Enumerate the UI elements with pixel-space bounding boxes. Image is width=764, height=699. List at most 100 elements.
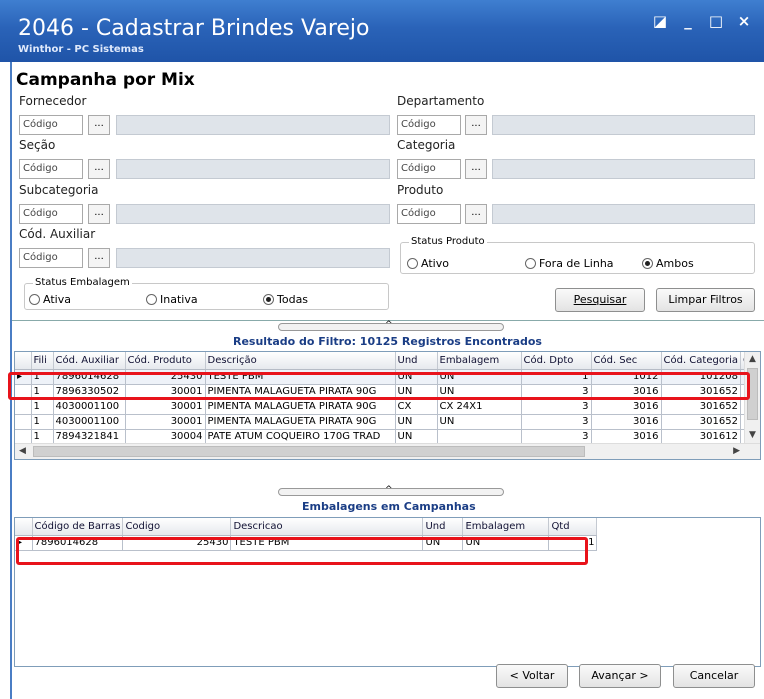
- scroll-left-icon[interactable]: ◀: [19, 446, 26, 456]
- table-cell: 3: [521, 414, 592, 430]
- fornecedor-label: Fornecedor: [19, 94, 87, 108]
- col-header[interactable]: Und: [422, 518, 464, 536]
- status-produto-fora-de-linha[interactable]: Fora de Linha: [525, 257, 614, 270]
- radio-icon: [525, 258, 536, 269]
- col-header[interactable]: Cód. Dpto: [521, 352, 592, 370]
- secao-browse-button[interactable]: ...: [88, 159, 110, 179]
- scroll-thumb[interactable]: [747, 368, 758, 420]
- splitter-handle[interactable]: [278, 320, 504, 331]
- table-cell: 1: [548, 535, 598, 551]
- avancar-button[interactable]: Avançar >: [579, 664, 661, 688]
- restore-icon[interactable]: ◪: [652, 12, 668, 30]
- categoria-code-input[interactable]: Código: [397, 159, 461, 179]
- subcategoria-code-input[interactable]: Código: [19, 204, 83, 224]
- status-embalagem-group: Status Embalagem Ativa Inativa Todas: [24, 277, 389, 310]
- scroll-down-icon[interactable]: ▼: [749, 430, 756, 440]
- produto-code-input[interactable]: Código: [397, 204, 461, 224]
- table-cell: PIMENTA MALAGUETA PIRATA 90G: [205, 414, 396, 430]
- status-embalagem-todas[interactable]: Todas: [263, 293, 308, 306]
- table-cell: 101208: [661, 369, 741, 385]
- campaign-grid-header: Código de Barras Codigo Descricao Und Em…: [15, 518, 598, 536]
- col-header[interactable]: Fili: [31, 352, 54, 370]
- departamento-code-input[interactable]: Código: [397, 115, 461, 135]
- col-header[interactable]: Descricao: [230, 518, 424, 536]
- status-embalagem-inativa[interactable]: Inativa: [146, 293, 198, 306]
- table-row[interactable]: 1 7894321841 30004 PATE ATUM COQUEIRO 17…: [15, 429, 755, 445]
- table-cell: 7896330502: [53, 384, 126, 400]
- scroll-thumb[interactable]: [33, 446, 585, 457]
- voltar-button[interactable]: < Voltar: [496, 664, 568, 688]
- table-cell: PIMENTA MALAGUETA PIRATA 90G: [205, 399, 396, 415]
- cod-auxiliar-input[interactable]: Código: [19, 248, 83, 268]
- row-indicator-header: [15, 518, 33, 536]
- table-cell: TESTE PBM: [230, 535, 424, 551]
- table-row[interactable]: ▸ 1 7896014628 25430 TESTE PBM UN UN 1 1…: [15, 369, 755, 385]
- minimize-icon[interactable]: _: [680, 12, 696, 30]
- cod-auxiliar-browse-button[interactable]: ...: [88, 248, 110, 268]
- col-header[interactable]: Cód. Auxiliar: [53, 352, 126, 370]
- secao-code-input[interactable]: Código: [19, 159, 83, 179]
- fornecedor-code-input[interactable]: Código: [19, 115, 83, 135]
- status-produto-caption: Status Produto: [409, 236, 487, 247]
- table-cell: 1: [31, 414, 54, 430]
- col-header[interactable]: Und: [395, 352, 438, 370]
- table-cell: UN: [437, 384, 522, 400]
- subcategoria-browse-button[interactable]: ...: [88, 204, 110, 224]
- col-header[interactable]: Código de Barras: [32, 518, 124, 536]
- table-cell: UN: [437, 369, 522, 385]
- radio-selected-icon: [263, 294, 274, 305]
- status-embalagem-ativa[interactable]: Ativa: [29, 293, 71, 306]
- campaign-grid[interactable]: Código de Barras Codigo Descricao Und Em…: [14, 517, 761, 667]
- result-title: Resultado do Filtro: 10125 Registros Enc…: [233, 335, 542, 348]
- table-cell: 1012: [591, 369, 662, 385]
- maximize-icon[interactable]: □: [708, 12, 724, 30]
- status-produto-ativo[interactable]: Ativo: [407, 257, 449, 270]
- splitter-handle[interactable]: [278, 485, 504, 496]
- col-header[interactable]: Codigo: [122, 518, 232, 536]
- table-cell: PATE ATUM COQUEIRO 170G TRAD: [205, 429, 396, 445]
- fornecedor-browse-button[interactable]: ...: [88, 115, 110, 135]
- secao-description: [116, 159, 390, 179]
- table-row[interactable]: 1 7896330502 30001 PIMENTA MALAGUETA PIR…: [15, 384, 755, 400]
- status-produto-group: Status Produto Ativo Fora de Linha Ambos: [400, 236, 755, 274]
- cod-auxiliar-label: Cód. Auxiliar: [19, 227, 96, 241]
- col-header[interactable]: Cód. Categoria: [661, 352, 741, 370]
- title-bar: 2046 - Cadastrar Brindes Varejo Winthor …: [0, 0, 764, 62]
- table-cell: 30001: [125, 399, 206, 415]
- window-subtitle: Winthor - PC Sistemas: [18, 44, 144, 55]
- col-header[interactable]: Qtd: [548, 518, 598, 536]
- categoria-browse-button[interactable]: ...: [465, 159, 487, 179]
- radio-icon: [407, 258, 418, 269]
- col-header[interactable]: Cód. Sec: [591, 352, 662, 370]
- produto-browse-button[interactable]: ...: [465, 204, 487, 224]
- result-grid[interactable]: Fili Cód. Auxiliar Cód. Produto Descriçã…: [14, 351, 761, 460]
- departamento-browse-button[interactable]: ...: [465, 115, 487, 135]
- scroll-up-icon[interactable]: ▲: [749, 354, 756, 364]
- table-cell: 4030001100: [53, 399, 126, 415]
- col-header[interactable]: Cód. Produto: [125, 352, 206, 370]
- vertical-scrollbar[interactable]: ▲ ▼: [744, 352, 760, 443]
- table-cell: 3016: [591, 414, 662, 430]
- limpar-filtros-button[interactable]: Limpar Filtros: [656, 288, 755, 312]
- departamento-label: Departamento: [397, 94, 485, 108]
- window-title: 2046 - Cadastrar Brindes Varejo: [18, 16, 370, 41]
- table-cell: 7896014628: [32, 535, 124, 551]
- scroll-right-icon[interactable]: ▶: [733, 446, 740, 456]
- table-row[interactable]: 1 4030001100 30001 PIMENTA MALAGUETA PIR…: [15, 399, 755, 415]
- col-header[interactable]: Embalagem: [437, 352, 522, 370]
- close-icon[interactable]: ×: [736, 12, 752, 30]
- row-indicator-header: [15, 352, 32, 370]
- col-header[interactable]: Embalagem: [462, 518, 550, 536]
- pesquisar-button[interactable]: Pesquisar: [555, 288, 645, 312]
- horizontal-scrollbar[interactable]: ◀ ▶: [15, 443, 760, 459]
- cancelar-button[interactable]: Cancelar: [673, 664, 755, 688]
- status-produto-ambos[interactable]: Ambos: [642, 257, 694, 270]
- radio-icon: [146, 294, 157, 305]
- col-header[interactable]: Descrição: [205, 352, 396, 370]
- table-row[interactable]: ▸ 7896014628 25430 TESTE PBM UN UN 1: [15, 535, 598, 551]
- table-cell: 7896014628: [53, 369, 126, 385]
- table-cell: 301652: [661, 399, 741, 415]
- table-cell: UN: [437, 414, 522, 430]
- table-cell: 3: [521, 399, 592, 415]
- table-row[interactable]: 1 4030001100 30001 PIMENTA MALAGUETA PIR…: [15, 414, 755, 430]
